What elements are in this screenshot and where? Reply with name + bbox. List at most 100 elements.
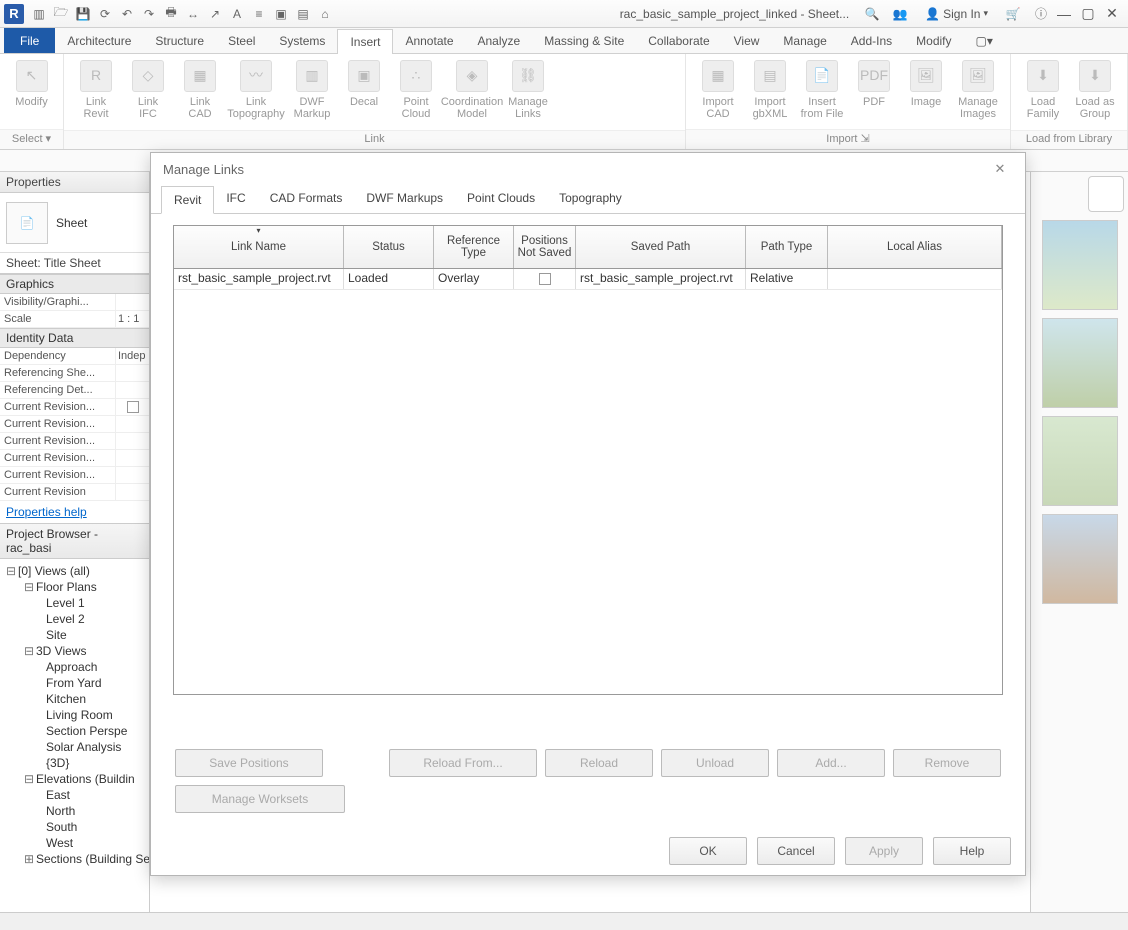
- view-level1[interactable]: Level 1: [2, 595, 147, 611]
- collapse-icon[interactable]: ⊟: [24, 772, 34, 786]
- col-local-alias[interactable]: Local Alias: [828, 226, 1002, 268]
- properties-help-link[interactable]: Properties help: [6, 505, 87, 519]
- help-icon[interactable]: ⓘ: [1032, 5, 1050, 23]
- cart-icon[interactable]: 🛒: [1004, 5, 1022, 23]
- qat-open-icon[interactable]: 🗁: [52, 5, 70, 23]
- tab-extra-icon[interactable]: ▢▾: [964, 28, 1005, 53]
- reload-from-button[interactable]: Reload From...: [389, 749, 537, 777]
- col-link-name[interactable]: ▾Link Name: [174, 226, 344, 268]
- collapse-icon[interactable]: ⊟: [24, 580, 34, 594]
- dlg-tab-pointclouds[interactable]: Point Clouds: [455, 185, 547, 213]
- 3d-views-node[interactable]: ⊟3D Views: [2, 643, 147, 659]
- type-selector[interactable]: 📄 Sheet: [0, 193, 149, 253]
- unload-button[interactable]: Unload: [661, 749, 769, 777]
- point-cloud-button[interactable]: ∴Point Cloud: [390, 58, 442, 122]
- col-path-type[interactable]: Path Type: [746, 226, 828, 268]
- views-root[interactable]: ⊟[0] Views (all): [2, 563, 147, 579]
- import-cad-button[interactable]: ▦Import CAD: [692, 58, 744, 122]
- qat-new-icon[interactable]: ▥: [30, 5, 48, 23]
- sheet-thumbnail[interactable]: [1042, 514, 1118, 604]
- view-north[interactable]: North: [2, 803, 147, 819]
- qat-close-hidden-icon[interactable]: ▣: [272, 5, 290, 23]
- search-icon[interactable]: 🔍: [863, 5, 881, 23]
- view-section-persp[interactable]: Section Perspe: [2, 723, 147, 739]
- qat-save-icon[interactable]: 💾: [74, 5, 92, 23]
- app-logo[interactable]: R: [4, 4, 24, 24]
- checkbox-icon[interactable]: [539, 273, 551, 285]
- help-button[interactable]: Help: [933, 837, 1011, 865]
- sheet-thumbnail[interactable]: [1042, 416, 1118, 506]
- manage-links-button[interactable]: ⛓Manage Links: [502, 58, 554, 122]
- reload-button[interactable]: Reload: [545, 749, 653, 777]
- view-kitchen[interactable]: Kitchen: [2, 691, 147, 707]
- tab-modify[interactable]: Modify: [904, 28, 963, 53]
- import-gbxml-button[interactable]: ▤Import gbXML: [744, 58, 796, 122]
- load-as-group-button[interactable]: ⬇Load as Group: [1069, 58, 1121, 122]
- dlg-tab-topography[interactable]: Topography: [547, 185, 634, 213]
- select-panel-caption[interactable]: Select ▾: [0, 129, 63, 149]
- col-positions[interactable]: Positions Not Saved: [514, 226, 576, 268]
- elevations-node[interactable]: ⊟Elevations (Buildin: [2, 771, 147, 787]
- load-family-button[interactable]: ⬇Load Family: [1017, 58, 1069, 122]
- dlg-tab-ifc[interactable]: IFC: [214, 185, 257, 213]
- decal-button[interactable]: ▣Decal: [338, 58, 390, 110]
- dwf-markup-button[interactable]: ▥DWF Markup: [286, 58, 338, 122]
- link-row[interactable]: rst_basic_sample_project.rvt Loaded Over…: [174, 269, 1002, 290]
- col-ref-type[interactable]: Reference Type: [434, 226, 514, 268]
- expand-icon[interactable]: ⊞: [24, 852, 34, 866]
- view-approach[interactable]: Approach: [2, 659, 147, 675]
- ok-button[interactable]: OK: [669, 837, 747, 865]
- prop-scale-value[interactable]: 1 : 1: [115, 311, 149, 327]
- save-positions-button[interactable]: Save Positions: [175, 749, 323, 777]
- cell-link-name[interactable]: rst_basic_sample_project.rvt: [174, 269, 344, 289]
- apply-button[interactable]: Apply: [845, 837, 923, 865]
- qat-text-icon[interactable]: A: [228, 5, 246, 23]
- view-south[interactable]: South: [2, 819, 147, 835]
- link-topography-button[interactable]: 〰Link Topography: [226, 58, 286, 122]
- col-status[interactable]: Status: [344, 226, 434, 268]
- collapse-icon[interactable]: ⊟: [24, 644, 34, 658]
- close-window-button[interactable]: ✕: [1100, 5, 1124, 23]
- cell-positions[interactable]: [514, 269, 576, 289]
- view-3d[interactable]: {3D}: [2, 755, 147, 771]
- remove-button[interactable]: Remove: [893, 749, 1001, 777]
- qat-sync-icon[interactable]: ⟳: [96, 5, 114, 23]
- modify-tool[interactable]: ↖Modify: [6, 58, 57, 110]
- maximize-button[interactable]: ▢: [1076, 5, 1100, 23]
- link-ifc-button[interactable]: ◇Link IFC: [122, 58, 174, 122]
- tab-systems[interactable]: Systems: [267, 28, 337, 53]
- dialog-close-button[interactable]: ✕: [987, 159, 1013, 179]
- cell-path-type[interactable]: Relative: [746, 269, 828, 289]
- cell-ref-type[interactable]: Overlay: [434, 269, 514, 289]
- cell-local-alias[interactable]: [828, 269, 1002, 289]
- qat-switch-win-icon[interactable]: ▤: [294, 5, 312, 23]
- image-button[interactable]: 🖼Image: [900, 58, 952, 110]
- checkbox-icon[interactable]: [127, 401, 139, 413]
- people-icon[interactable]: 👥: [891, 5, 909, 23]
- add-button[interactable]: Add...: [777, 749, 885, 777]
- floor-plans-node[interactable]: ⊟Floor Plans: [2, 579, 147, 595]
- view-livingroom[interactable]: Living Room: [2, 707, 147, 723]
- horizontal-scrollbar[interactable]: [0, 912, 1128, 930]
- minimize-button[interactable]: —: [1052, 5, 1076, 23]
- dlg-tab-revit[interactable]: Revit: [161, 186, 214, 214]
- pdf-button[interactable]: PDFPDF: [848, 58, 900, 110]
- insert-from-file-button[interactable]: 📄Insert from File: [796, 58, 848, 122]
- tab-architecture[interactable]: Architecture: [55, 28, 143, 53]
- qat-print-icon[interactable]: 🖶: [162, 5, 180, 23]
- tab-addins[interactable]: Add-Ins: [839, 28, 904, 53]
- tab-structure[interactable]: Structure: [143, 28, 216, 53]
- view-level2[interactable]: Level 2: [2, 611, 147, 627]
- signin-button[interactable]: 👤Sign In▾: [925, 7, 988, 21]
- qat-redo-icon[interactable]: ↷: [140, 5, 158, 23]
- view-fromyard[interactable]: From Yard: [2, 675, 147, 691]
- tab-analyze[interactable]: Analyze: [466, 28, 533, 53]
- view-east[interactable]: East: [2, 787, 147, 803]
- sections-node[interactable]: ⊞Sections (Building Section): [2, 851, 147, 867]
- sheet-thumbnail[interactable]: [1042, 220, 1118, 310]
- view-west[interactable]: West: [2, 835, 147, 851]
- tab-annotate[interactable]: Annotate: [393, 28, 465, 53]
- tab-collaborate[interactable]: Collaborate: [636, 28, 721, 53]
- view-site[interactable]: Site: [2, 627, 147, 643]
- navigation-cube[interactable]: [1088, 176, 1124, 212]
